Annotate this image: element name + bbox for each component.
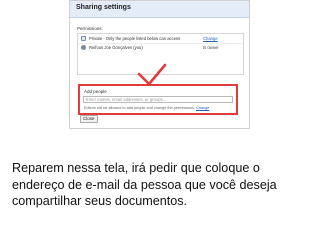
add-people-placeholder: Enter names, email addresses, or groups.…: [86, 97, 167, 102]
owner-role: Is owner: [203, 45, 219, 50]
permissions-label: Permissions:: [77, 26, 103, 31]
close-button[interactable]: Close: [80, 115, 98, 123]
caption-text: Reparem nessa tela, irá pedir que coloqu…: [12, 161, 277, 208]
close-label: Close: [83, 116, 95, 121]
visibility-text: Private - Only the people listed below c…: [89, 36, 181, 41]
permission-row-owner: Reifous Joe Gonçalves (you) Is owner: [78, 44, 243, 52]
dialog-header: Sharing settings: [70, 1, 249, 18]
add-people-input[interactable]: Enter names, email addresses, or groups.…: [83, 96, 233, 103]
add-people-note: Editors will be allowed to add people an…: [84, 106, 209, 110]
dialog-title: Sharing settings: [76, 4, 131, 11]
change-editor-permissions-link[interactable]: Change: [196, 106, 209, 110]
add-people-highlight: Add people Enter names, email addresses,…: [78, 84, 238, 115]
permission-row-visibility: Private - Only the people listed below c…: [78, 35, 243, 44]
owner-name: Reifous Joe Gonçalves (you): [89, 45, 143, 50]
user-icon: [81, 45, 86, 50]
lock-icon: [81, 36, 86, 41]
add-people-note-text: Editors will be allowed to add people an…: [84, 106, 196, 110]
change-visibility-link[interactable]: Change: [203, 36, 218, 41]
add-people-label: Add people: [84, 89, 107, 94]
